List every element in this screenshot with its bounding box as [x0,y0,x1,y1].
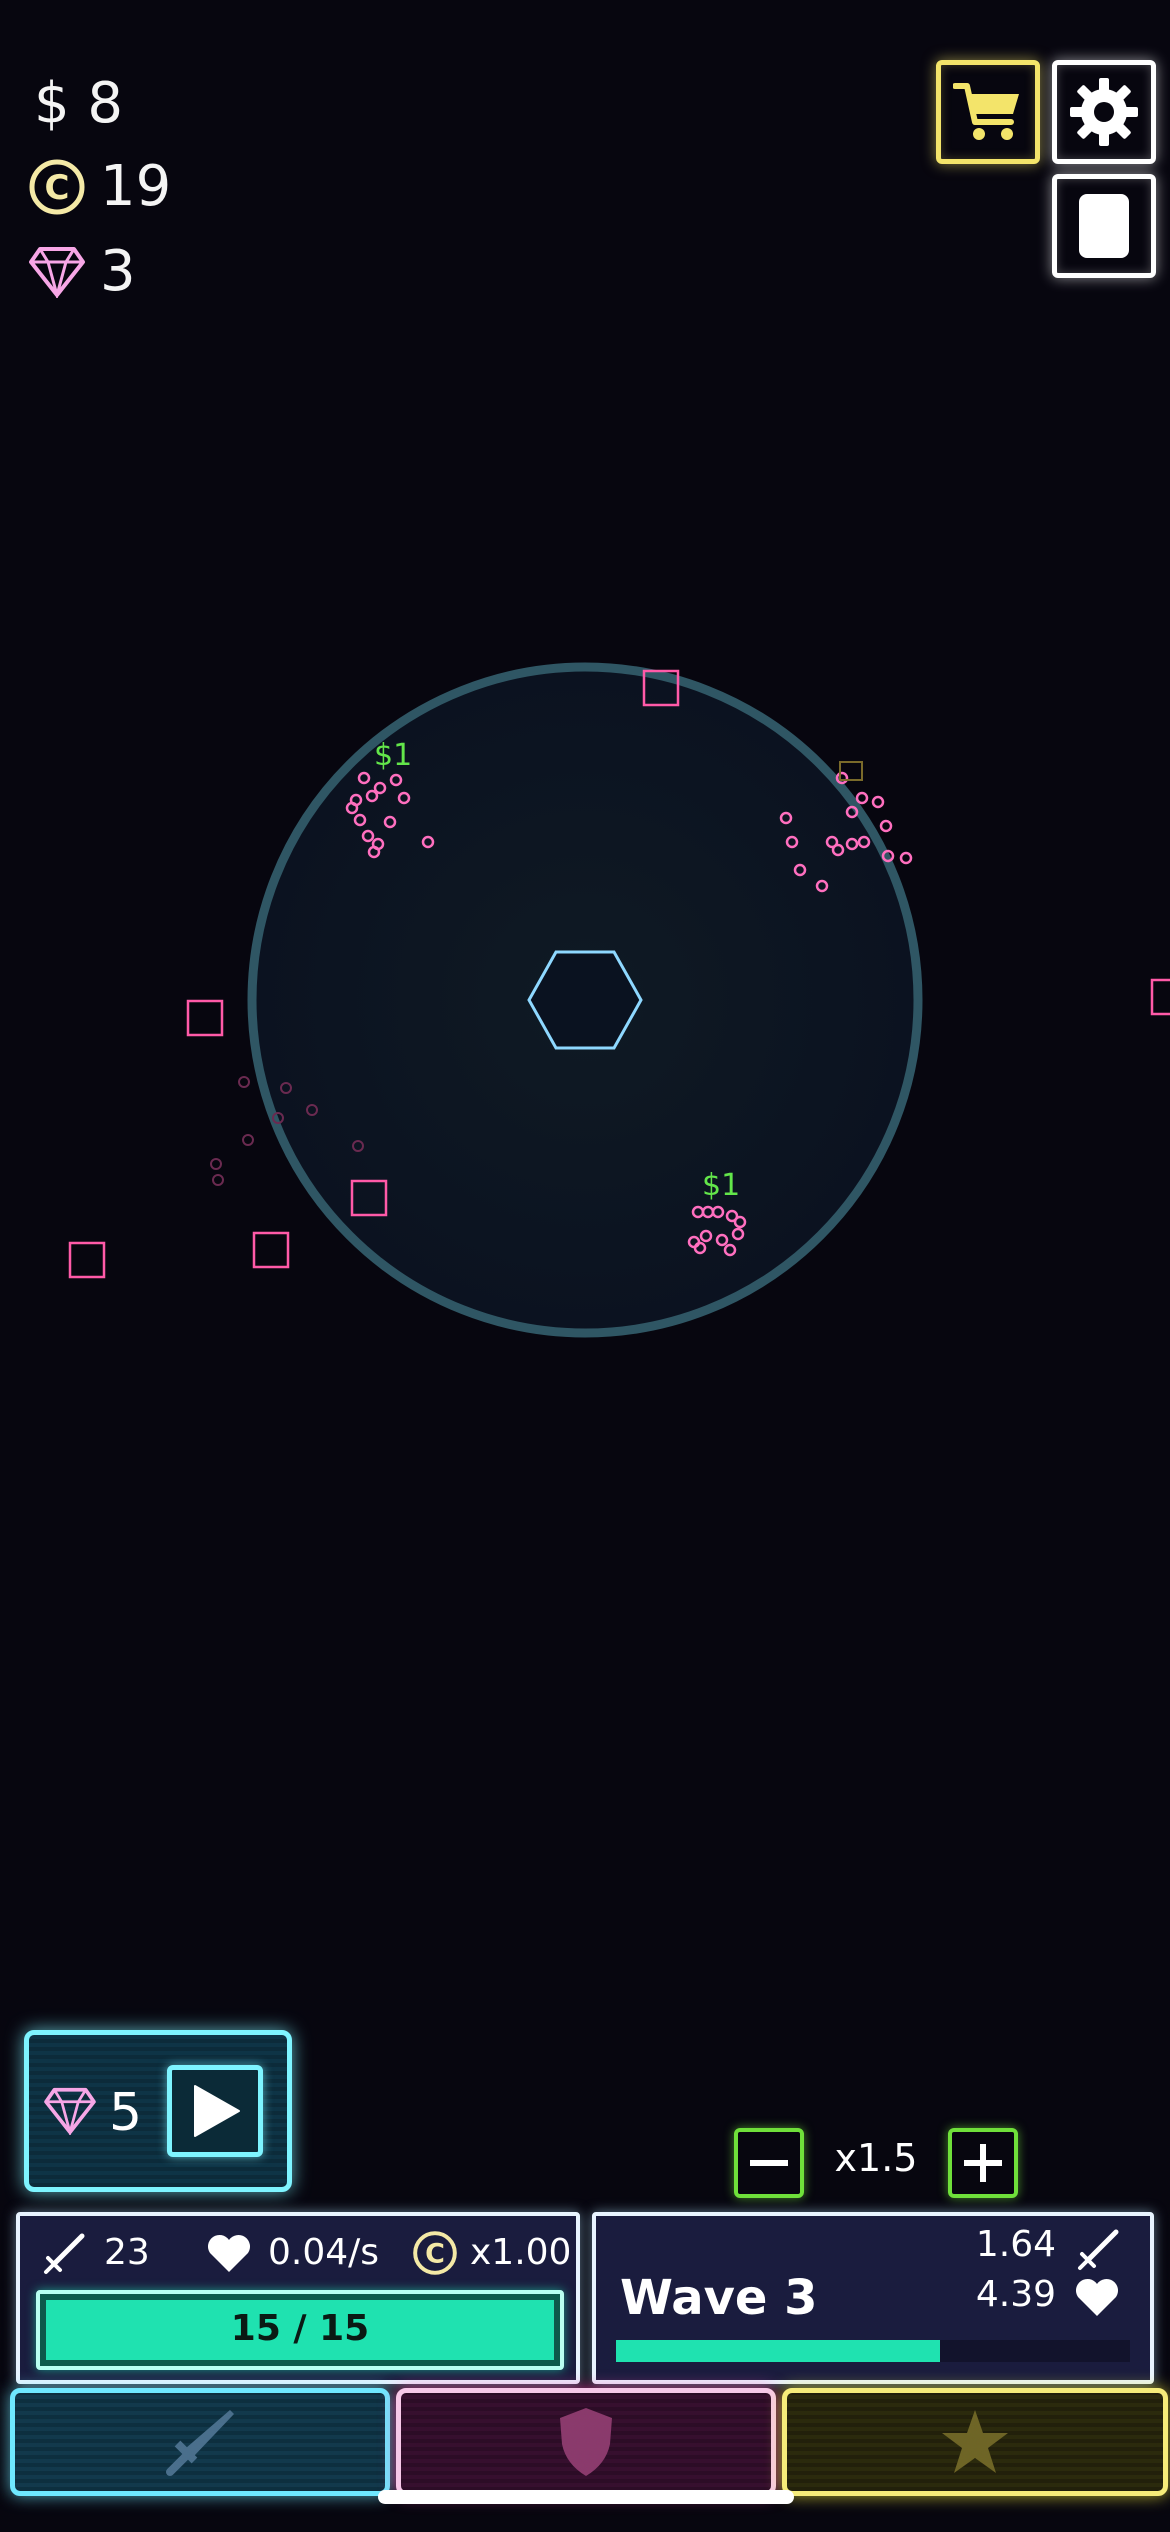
cards-button[interactable] [1052,174,1156,278]
heart-icon [1075,2278,1119,2316]
play-button[interactable] [167,2065,263,2157]
coin-drop [839,761,863,781]
arena [68,662,1170,1338]
gem-icon [44,2087,96,2135]
plus-icon [964,2144,1002,2182]
enemy-square [68,1241,106,1279]
coin-multiplier-value: x1.00 [470,2232,572,2273]
speed-increase-button[interactable] [948,2128,1018,2198]
cash-display: $ 8 [34,76,123,132]
enemy-damage-value: 1.64 [975,2224,1056,2265]
svg-text:C: C [45,168,70,208]
reward-popup: $1 [374,738,413,773]
wave-label: Wave 3 [620,2270,818,2326]
minus-icon [750,2160,788,2166]
coin-icon: C [413,2231,457,2275]
tab-utility[interactable] [782,2388,1168,2496]
shop-button[interactable] [936,60,1040,164]
gear-icon [1070,78,1138,146]
card-icon [1079,194,1129,258]
enemy-health-value: 4.39 [975,2274,1056,2315]
gem-reward-amount: 5 [109,2083,143,2143]
enemy-square [252,1231,290,1269]
game-screen: $ 8 C 19 3 $1 $1 5 x1.5 23 0.04/s C x1.0… [0,0,1170,2532]
sword-icon [44,2233,85,2274]
wave-progress-bar [616,2340,1130,2362]
play-icon [194,2085,240,2137]
tab-defense[interactable] [396,2388,776,2496]
wave-progress-fill [616,2340,940,2362]
cart-icon [953,83,1019,140]
coin-display: C 19 [28,158,171,216]
reward-popup: $1 [702,1168,741,1203]
health-bar: 15 / 15 [36,2290,564,2370]
enemy-square [1150,978,1170,1016]
enemy-square [186,999,224,1037]
health-text: 15 / 15 [230,2308,370,2349]
gem-reward-panel[interactable]: 5 [24,2030,292,2192]
gem-display: 3 [28,244,136,300]
tab-attack[interactable] [10,2388,390,2496]
shield-icon [560,2408,612,2476]
speed-decrease-button[interactable] [734,2128,804,2198]
heart-icon [207,2234,251,2272]
damage-value: 23 [104,2232,150,2273]
wave-panel: Wave 3 1.64 4.39 [592,2212,1154,2384]
svg-text:C: C [425,2239,445,2270]
speed-value: x1.5 [834,2136,918,2180]
coin-amount: 19 [100,154,172,219]
settings-button[interactable] [1052,60,1156,164]
regen-value: 0.04/s [268,2232,380,2273]
gem-icon [29,247,85,298]
player-stats-panel: 23 0.04/s C x1.00 15 / 15 [16,2212,580,2384]
cash-amount: $ 8 [34,71,124,136]
gem-amount: 3 [100,239,136,304]
coin-icon: C [29,159,85,215]
sword-icon [166,2410,234,2476]
home-indicator [378,2490,794,2504]
star-icon [942,2410,1008,2473]
sword-icon [1078,2229,1119,2270]
